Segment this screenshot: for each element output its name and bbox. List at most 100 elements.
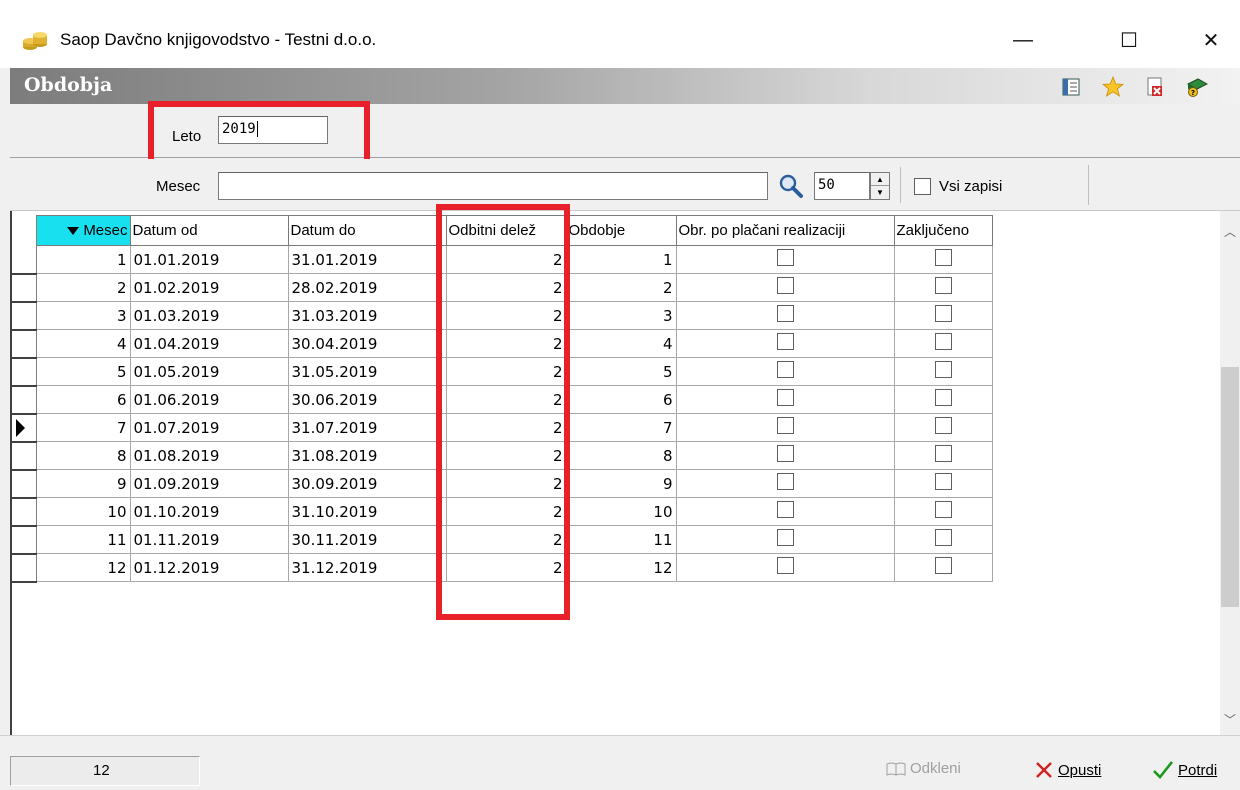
cancel-button[interactable]: Opusti [1034,760,1101,780]
cell-datum-do[interactable]: 31.12.2019 [287,553,447,582]
cell-datum-do[interactable]: 30.04.2019 [287,329,447,358]
col-header-mesec[interactable]: Mesec [35,215,131,246]
month-search-input[interactable] [218,172,768,200]
cell-datum-od[interactable]: 01.04.2019 [129,329,289,358]
col-header-datum-od[interactable]: Datum od [129,215,289,246]
row-indicator[interactable] [12,385,37,415]
closed-checkbox[interactable] [934,249,952,266]
spin-down-icon[interactable]: ▼ [871,186,889,199]
closed-checkbox[interactable] [934,417,952,434]
col-header-obr-po-placani[interactable]: Obr. po plačani realizaciji [675,215,895,246]
cell-datum-od[interactable]: 01.06.2019 [129,385,289,414]
row-indicator[interactable] [12,469,37,499]
cell-datum-do[interactable]: 31.10.2019 [287,497,447,526]
col-header-obdobje[interactable]: Obdobje [565,215,677,246]
page-size-spinner[interactable]: ▲ ▼ [870,172,890,200]
cash-basis-checkbox[interactable] [776,501,794,518]
cell-obdobje[interactable]: 8 [565,441,677,470]
cell-mesec[interactable]: 4 [35,329,131,358]
cell-obdobje[interactable]: 9 [565,469,677,498]
cell-obdobje[interactable]: 10 [565,497,677,526]
cell-obdobje[interactable]: 4 [565,329,677,358]
row-indicator[interactable] [12,441,37,471]
help-book-icon[interactable]: ? [1186,76,1208,98]
cell-datum-od[interactable]: 01.07.2019 [129,413,289,442]
cash-basis-checkbox[interactable] [776,445,794,462]
cash-basis-checkbox[interactable] [776,473,794,490]
cell-datum-do[interactable]: 31.08.2019 [287,441,447,470]
cell-obdobje[interactable]: 1 [565,245,677,274]
search-icon[interactable] [778,173,804,199]
cell-mesec[interactable]: 7 [35,413,131,442]
closed-checkbox[interactable] [934,529,952,546]
cash-basis-checkbox[interactable] [776,333,794,350]
row-indicator[interactable] [12,301,37,331]
cell-mesec[interactable]: 11 [35,525,131,554]
cell-obdobje[interactable]: 5 [565,357,677,386]
unlock-button[interactable]: Odkleni [886,760,961,777]
all-records-checkbox[interactable] [914,178,931,195]
cash-basis-checkbox[interactable] [776,389,794,406]
row-indicator[interactable] [12,497,37,527]
cell-datum-do[interactable]: 30.09.2019 [287,469,447,498]
cash-basis-checkbox[interactable] [776,305,794,322]
cell-datum-od[interactable]: 01.10.2019 [129,497,289,526]
cell-mesec[interactable]: 6 [35,385,131,414]
closed-checkbox[interactable] [934,473,952,490]
cell-datum-od[interactable]: 01.02.2019 [129,273,289,302]
closed-checkbox[interactable] [934,277,952,294]
cell-obdobje[interactable]: 11 [565,525,677,554]
row-indicator[interactable] [12,553,37,583]
row-indicator[interactable] [12,245,37,275]
col-header-datum-do[interactable]: Datum do [287,215,447,246]
cell-datum-od[interactable]: 01.11.2019 [129,525,289,554]
closed-checkbox[interactable] [934,333,952,350]
cell-datum-od[interactable]: 01.05.2019 [129,357,289,386]
cell-mesec[interactable]: 5 [35,357,131,386]
cell-obdobje[interactable]: 12 [565,553,677,582]
scroll-up-icon[interactable]: ︿ [1224,223,1236,240]
scroll-down-icon[interactable]: ﹀ [1224,711,1236,728]
row-indicator[interactable] [12,525,37,555]
cash-basis-checkbox[interactable] [776,249,794,266]
close-button[interactable]: ✕ [1188,22,1234,58]
cell-mesec[interactable]: 12 [35,553,131,582]
closed-checkbox[interactable] [934,445,952,462]
spin-up-icon[interactable]: ▲ [871,173,889,186]
cell-mesec[interactable]: 9 [35,469,131,498]
confirm-button[interactable]: Potrdi [1152,760,1217,780]
cell-datum-od[interactable]: 01.12.2019 [129,553,289,582]
cash-basis-checkbox[interactable] [776,557,794,574]
cell-datum-do[interactable]: 31.03.2019 [287,301,447,330]
cell-datum-do[interactable]: 30.06.2019 [287,385,447,414]
page-size-input[interactable]: 50 [814,172,870,200]
cell-datum-do[interactable]: 30.11.2019 [287,525,447,554]
close-document-icon[interactable] [1144,76,1166,98]
cell-mesec[interactable]: 3 [35,301,131,330]
cell-mesec[interactable]: 8 [35,441,131,470]
cell-datum-do[interactable]: 31.05.2019 [287,357,447,386]
minimize-button[interactable]: — [1000,22,1046,58]
vertical-scrollbar[interactable]: ︿ ﹀ [1220,211,1240,735]
cash-basis-checkbox[interactable] [776,529,794,546]
cell-obdobje[interactable]: 7 [565,413,677,442]
closed-checkbox[interactable] [934,557,952,574]
cell-datum-od[interactable]: 01.08.2019 [129,441,289,470]
cell-obdobje[interactable]: 2 [565,273,677,302]
scrollbar-thumb[interactable] [1221,367,1239,607]
cell-datum-do[interactable]: 31.01.2019 [287,245,447,274]
cell-datum-od[interactable]: 01.03.2019 [129,301,289,330]
closed-checkbox[interactable] [934,361,952,378]
maximize-button[interactable]: ☐ [1106,22,1152,58]
cash-basis-checkbox[interactable] [776,361,794,378]
cash-basis-checkbox[interactable] [776,417,794,434]
row-indicator[interactable] [12,273,37,303]
cell-mesec[interactable]: 10 [35,497,131,526]
row-indicator[interactable] [12,357,37,387]
closed-checkbox[interactable] [934,389,952,406]
cell-obdobje[interactable]: 3 [565,301,677,330]
report-icon[interactable] [1060,76,1082,98]
closed-checkbox[interactable] [934,501,952,518]
cell-datum-do[interactable]: 31.07.2019 [287,413,447,442]
cell-mesec[interactable]: 2 [35,273,131,302]
